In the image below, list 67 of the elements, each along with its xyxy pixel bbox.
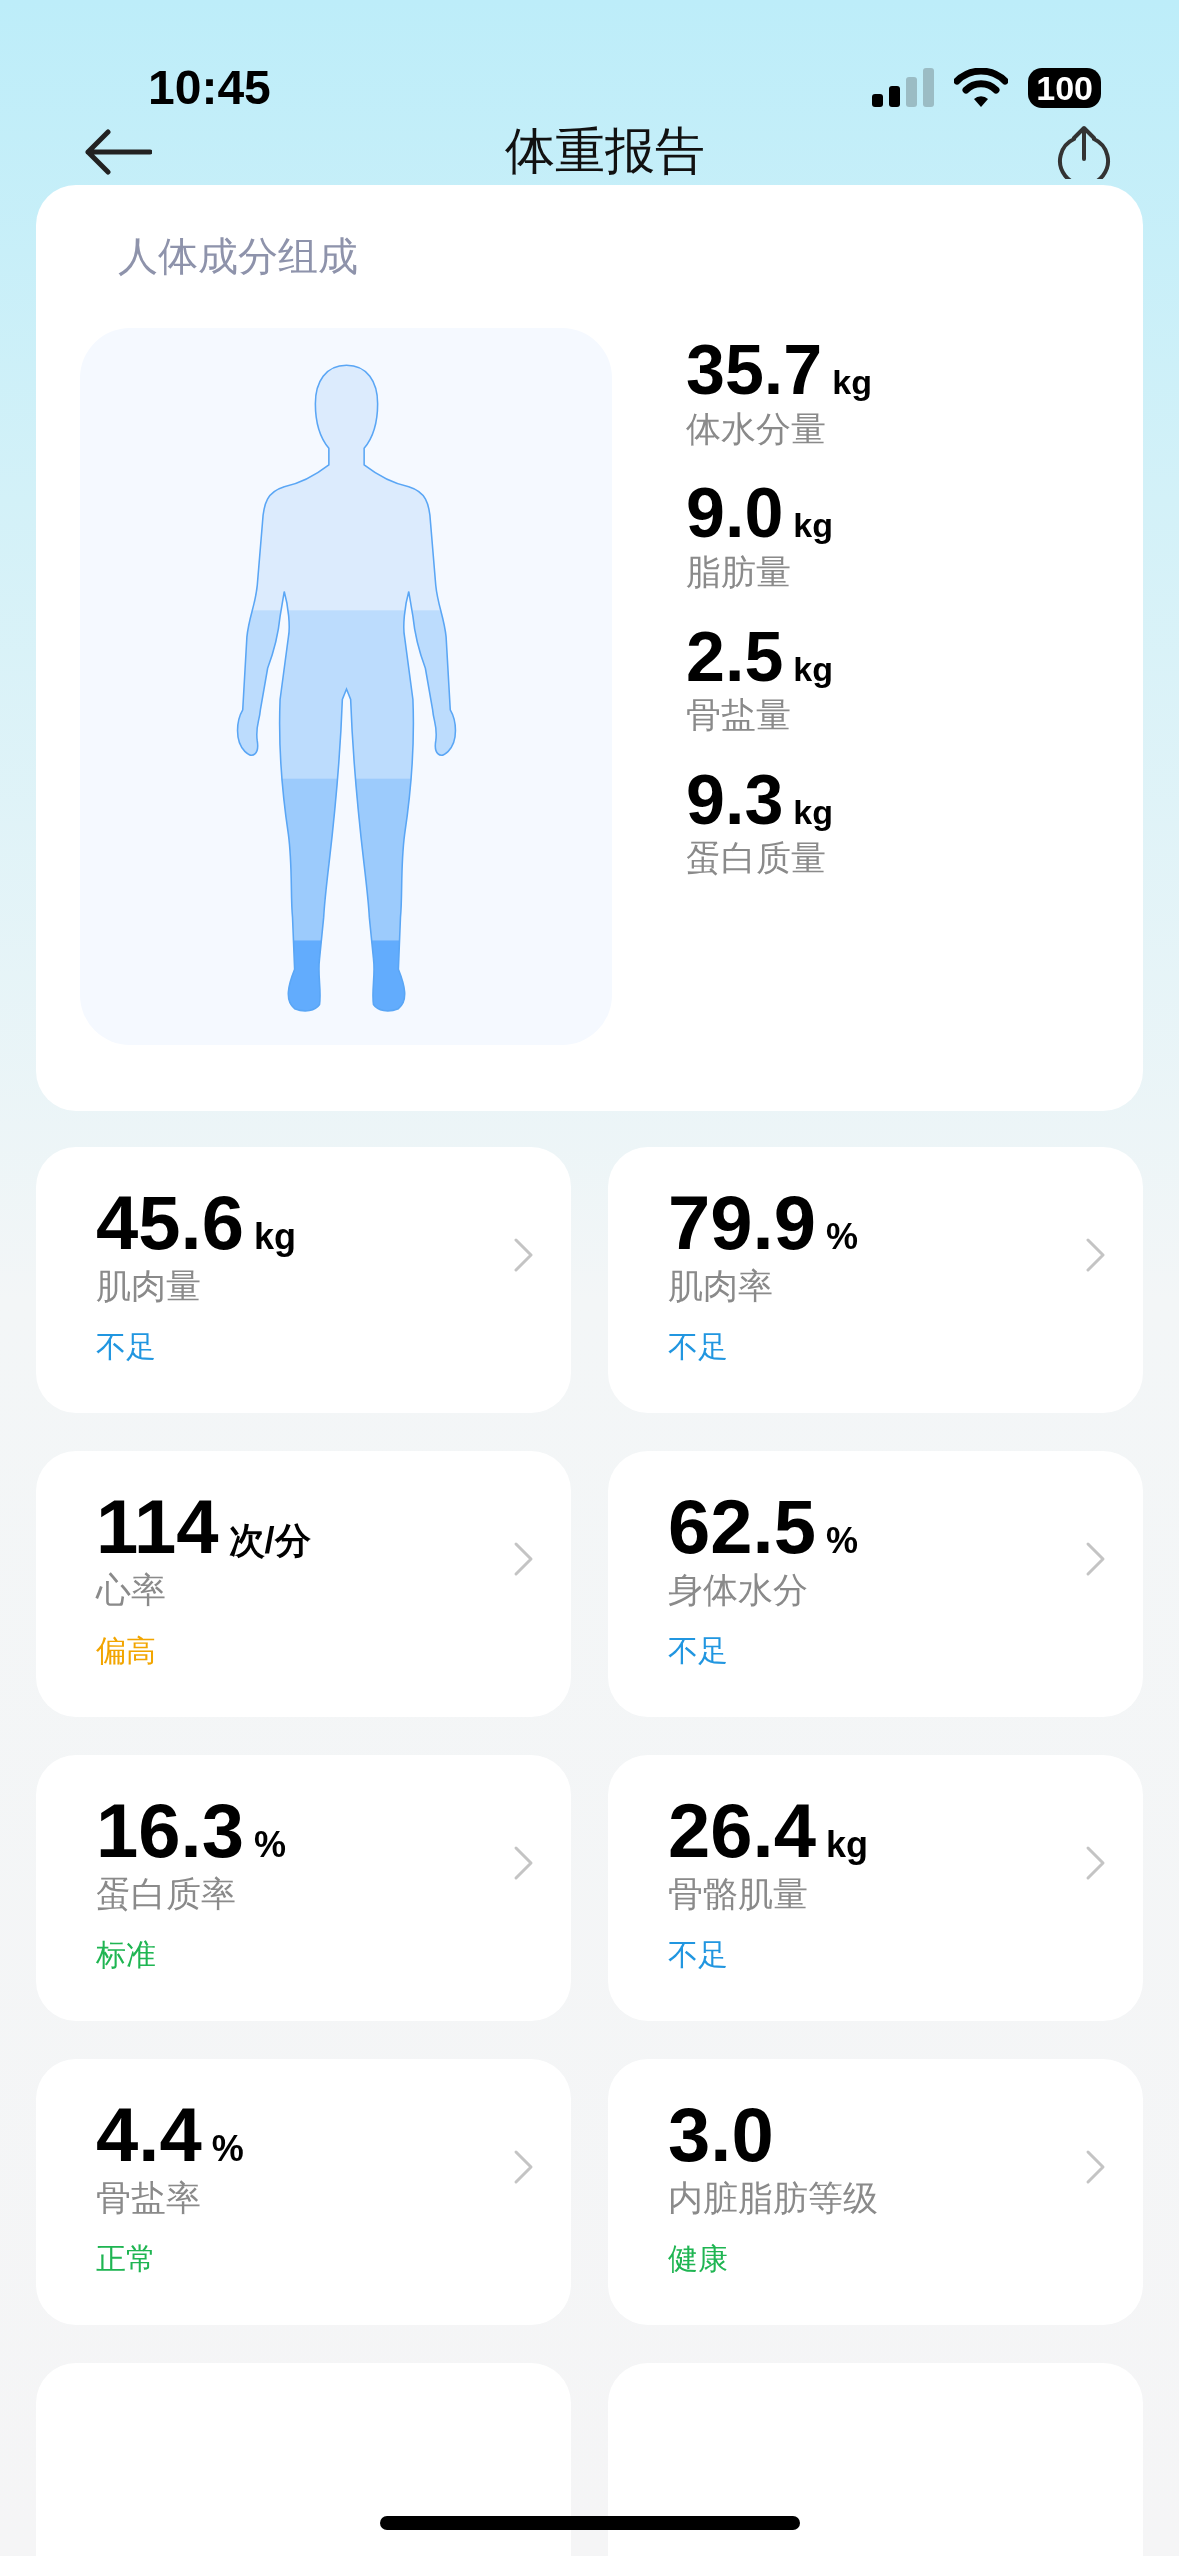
chevron-icon xyxy=(1085,1541,1107,1577)
metric-card[interactable]: 79.9% 肌肉率 不足 xyxy=(608,1147,1143,1413)
metric-status: 不足 xyxy=(668,1327,729,1366)
metric-value: 114 xyxy=(96,1487,219,1567)
value-unit: kg xyxy=(832,363,872,402)
metric-status: 不足 xyxy=(96,1327,157,1366)
back-button[interactable] xyxy=(84,127,152,176)
metric-unit: kg xyxy=(253,1216,296,1258)
metric-label: 内脏脂肪等级 xyxy=(668,2176,878,2220)
metric-card[interactable]: 16.3% 蛋白质率 标准 xyxy=(36,1755,571,2021)
metric-unit: % xyxy=(825,1520,858,1562)
value-label: 蛋白质量 xyxy=(686,837,827,881)
metric-unit: % xyxy=(211,2128,244,2170)
value-unit: kg xyxy=(793,506,833,546)
metric-value: 79.9 xyxy=(668,1183,816,1263)
metric-card[interactable]: 4.4% 骨盐率 正常 xyxy=(36,2059,571,2325)
battery-indicator: 100 xyxy=(1028,68,1101,108)
value-number: 9.0 xyxy=(686,477,784,551)
metric-value: 45.6 xyxy=(96,1183,244,1263)
metric-label: 肌肉率 xyxy=(668,1264,774,1308)
metric-status: 健康 xyxy=(668,2239,729,2278)
metric-label: 骨骼肌量 xyxy=(668,1872,809,1916)
status-time: 10:45 xyxy=(148,60,271,116)
chevron-icon xyxy=(1085,1845,1107,1881)
metric-value: 16.3 xyxy=(96,1791,244,1871)
metric-label: 身体水分 xyxy=(668,1568,809,1612)
metric-status: 不足 xyxy=(668,1631,729,1670)
metric-value: 62.5 xyxy=(668,1487,816,1567)
chevron-icon xyxy=(513,1237,535,1273)
chevron-icon xyxy=(1085,1237,1107,1273)
metric-value: 26.4 xyxy=(668,1791,816,1871)
metric-status: 偏高 xyxy=(96,1631,157,1670)
metric-status: 标准 xyxy=(96,1935,157,1974)
chevron-icon xyxy=(513,1845,535,1881)
value-number: 9.3 xyxy=(686,763,784,838)
value-number: 2.5 xyxy=(686,620,784,694)
metric-status: 正常 xyxy=(96,2239,157,2278)
share-button[interactable] xyxy=(1057,124,1111,179)
metric-value: 3.0 xyxy=(668,2095,774,2175)
metric-unit: % xyxy=(825,1216,858,1258)
wifi-icon xyxy=(954,68,1009,108)
metric-unit: 次/分 xyxy=(228,1519,311,1563)
metric-unit: kg xyxy=(825,1824,868,1866)
value-label: 脂肪量 xyxy=(686,550,792,594)
value-unit: kg xyxy=(793,649,833,689)
metric-unit: % xyxy=(253,1824,286,1866)
metric-card[interactable]: 114 次/分 心率 偏高 xyxy=(36,1451,571,1717)
value-label: 骨盐量 xyxy=(686,694,792,737)
metric-label: 肌肉量 xyxy=(96,1264,202,1308)
value-unit: kg xyxy=(793,792,833,832)
metric-card[interactable]: 45.6 kg 肌肉量 不足 xyxy=(36,1147,571,1413)
signal-icon xyxy=(872,68,935,108)
metric-label: 心率 xyxy=(96,1568,167,1612)
metric-status: 不足 xyxy=(668,1935,729,1974)
metric-card[interactable]: 26.4 kg 骨骼肌量 不足 xyxy=(608,1755,1143,2021)
metric-value: 4.4 xyxy=(96,2095,202,2175)
metric-card[interactable]: 62.5% 身体水分 不足 xyxy=(608,1451,1143,1717)
chevron-icon xyxy=(1085,2149,1107,2185)
metric-card[interactable]: 3.0 内脏脂肪等级 健康 xyxy=(608,2059,1143,2325)
page-title: 体重报告 xyxy=(504,121,705,182)
metric-label: 蛋白质率 xyxy=(96,1872,237,1916)
chevron-icon xyxy=(513,1541,535,1577)
chevron-icon xyxy=(513,2149,535,2185)
card-title: 人体成分组成 xyxy=(117,232,359,281)
value-number: 35.7 xyxy=(686,334,823,408)
value-label: 体水分量 xyxy=(686,407,827,451)
metric-label: 骨盐率 xyxy=(96,2176,202,2220)
